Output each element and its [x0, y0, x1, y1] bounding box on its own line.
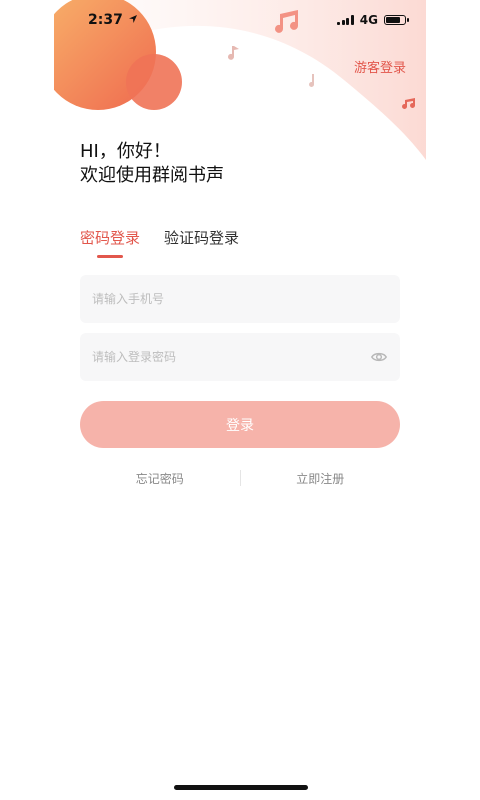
home-indicator [174, 785, 308, 790]
phone-input[interactable] [92, 292, 388, 306]
network-label: 4G [359, 13, 378, 27]
greeting: HI，你好！ 欢迎使用群阅书声 [80, 140, 224, 188]
music-note-small-icon [228, 46, 239, 60]
status-indicators: 4G [337, 13, 409, 27]
forgot-password-link[interactable]: 忘记密码 [80, 470, 240, 487]
status-time: 2:37 [88, 12, 138, 28]
battery-icon [384, 15, 409, 25]
login-button[interactable]: 登录 [80, 401, 400, 448]
guest-login-link[interactable]: 游客登录 [354, 57, 406, 76]
greeting-line-1: HI，你好！ [80, 141, 171, 162]
register-link[interactable]: 立即注册 [241, 470, 401, 487]
active-tab-indicator [97, 255, 123, 258]
eye-icon[interactable] [370, 348, 388, 366]
battery-level [386, 17, 400, 23]
signal-icon [337, 15, 354, 25]
tab-code-login[interactable]: 验证码登录 [164, 227, 239, 258]
location-arrow-icon [128, 15, 137, 23]
password-input[interactable] [92, 350, 370, 364]
tab-code-login-label: 验证码登录 [164, 229, 240, 247]
small-orb [126, 54, 182, 110]
auth-links: 忘记密码 立即注册 [80, 468, 400, 488]
music-note-tiny-icon [309, 74, 315, 87]
tab-password-login[interactable]: 密码登录 [80, 227, 140, 258]
greeting-line-2: 欢迎使用群阅书声 [80, 165, 224, 186]
status-time-text: 2:37 [88, 12, 123, 28]
phone-field [80, 275, 400, 323]
status-bar: 2:37 4G [54, 0, 426, 40]
tab-password-login-label: 密码登录 [80, 229, 141, 247]
login-screen: 2:37 4G 游客登录 HI，你好！ 欢迎使用群阅书声 密码登录 验证码登录 [54, 0, 426, 800]
password-field [80, 333, 400, 381]
login-tabs: 密码登录 验证码登录 [80, 227, 239, 258]
